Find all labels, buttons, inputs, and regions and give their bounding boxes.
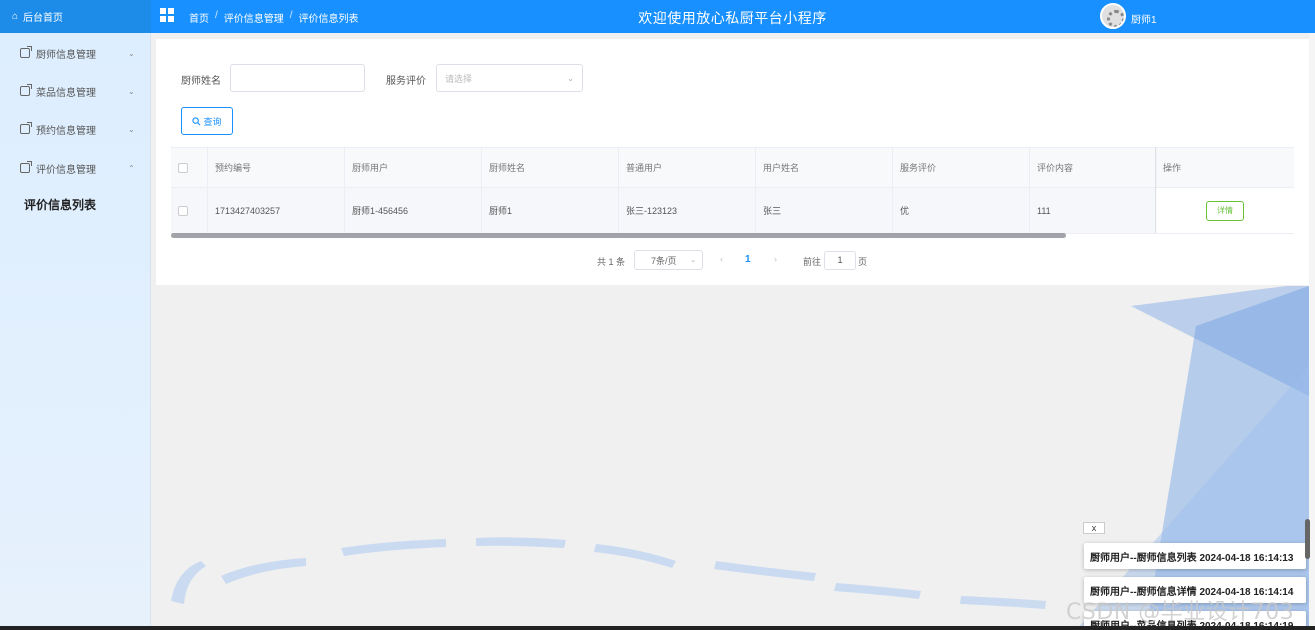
- row-checkbox[interactable]: [178, 205, 188, 216]
- next-page-icon[interactable]: ›: [774, 254, 777, 264]
- page-size-value: 7条/页: [651, 255, 677, 266]
- cell-booking-no: 1713427403257: [208, 188, 345, 233]
- page-size-select[interactable]: 7条/页 ⌄: [634, 250, 703, 270]
- pagination-total: 共 1 条: [597, 257, 626, 267]
- header-chef-user: 厨师用户: [345, 148, 482, 187]
- fixed-column-shadow: [1155, 147, 1157, 233]
- search-button[interactable]: 查询: [181, 107, 233, 135]
- select-all-checkbox[interactable]: [178, 162, 188, 173]
- cell-normal-user: 张三-123123: [619, 188, 756, 233]
- table-horizontal-scrollbar[interactable]: [171, 233, 1066, 238]
- cell-actions: 详情: [1156, 188, 1294, 233]
- table-header: 预约编号 厨师用户 厨师姓名 普通用户 用户姓名 服务评价 评价内容 操作: [171, 148, 1294, 188]
- table-row: 1713427403257 厨师1-456456 厨师1 张三-123123 张…: [171, 188, 1294, 234]
- sidebar-subitem-review-list[interactable]: 评价信息列表: [24, 196, 96, 213]
- avatar[interactable]: [1100, 3, 1126, 29]
- share-icon: [20, 46, 32, 58]
- header-chef-name: 厨师姓名: [482, 148, 619, 187]
- sidebar-item-label: 厨师信息管理: [36, 49, 96, 61]
- sidebar-item-booking-management[interactable]: 预约信息管理 ⌄: [0, 110, 151, 148]
- username[interactable]: 厨师1: [1131, 11, 1157, 26]
- chevron-down-icon: ⌄: [128, 86, 135, 96]
- sidebar-item-label: 评价信息管理: [36, 164, 96, 176]
- header-actions: 操作: [1163, 163, 1182, 173]
- notification-close-button[interactable]: x: [1083, 522, 1105, 534]
- notification-item[interactable]: 厨师用户--厨师信息列表 2024-04-18 16:14:13: [1084, 543, 1306, 569]
- share-icon: [20, 161, 32, 173]
- goto-page-input[interactable]: 1: [824, 251, 856, 270]
- share-icon: [20, 84, 32, 96]
- page-vertical-scrollbar[interactable]: [1305, 519, 1310, 559]
- sidebar-item-review-management[interactable]: 评价信息管理 ⌃: [0, 149, 151, 187]
- sidebar-item-label: 预约信息管理: [36, 125, 96, 137]
- chevron-up-icon: ⌃: [128, 163, 135, 173]
- watermark: CSDN @毕业设计703: [1066, 600, 1295, 625]
- service-rating-label: 服务评价: [386, 76, 426, 87]
- sidebar: 厨师信息管理 ⌄ 菜品信息管理 ⌄ 预约信息管理 ⌄ 评价信息管理 ⌃ 评价信息…: [0, 33, 151, 630]
- chevron-down-icon: ⌄: [690, 257, 696, 264]
- cell-chef-user: 厨师1-456456: [345, 188, 482, 233]
- page-suffix: 页: [858, 257, 868, 267]
- top-bar: ⌂ 后台首页 首页 / 评价信息管理 / 评价信息列表 欢迎使用放心私厨平台小程…: [0, 0, 1315, 33]
- window-bottom-edge: [0, 626, 1315, 630]
- header-normal-user: 普通用户: [619, 148, 756, 187]
- service-rating-select[interactable]: 请选择 ⌄: [436, 64, 583, 92]
- cell-chef-name: 厨师1: [482, 188, 619, 233]
- search-icon: [192, 116, 201, 125]
- header-service-rating: 服务评价: [893, 148, 1030, 187]
- header-review-content: 评价内容: [1030, 148, 1156, 187]
- detail-button[interactable]: 详情: [1206, 200, 1244, 221]
- row-select-cell: [171, 188, 208, 233]
- header-select-cell: [171, 148, 208, 187]
- chevron-down-icon: ⌄: [567, 74, 574, 83]
- goto-label: 前往: [803, 257, 822, 267]
- prev-page-icon[interactable]: ‹: [720, 254, 723, 264]
- cell-user-name: 张三: [756, 188, 893, 233]
- search-button-label: 查询: [203, 116, 222, 127]
- chevron-down-icon: ⌄: [128, 48, 135, 58]
- share-icon: [20, 122, 32, 134]
- chef-name-input[interactable]: [230, 64, 365, 92]
- header-user-name: 用户姓名: [756, 148, 893, 187]
- chevron-down-icon: ⌄: [128, 124, 135, 134]
- cell-review-content: 111: [1030, 188, 1156, 233]
- current-page[interactable]: 1: [745, 254, 751, 265]
- chef-name-label: 厨师姓名: [181, 76, 221, 87]
- cell-service-rating: 优: [893, 188, 1030, 233]
- review-table: 预约编号 厨师用户 厨师姓名 普通用户 用户姓名 服务评价 评价内容 操作 17…: [171, 147, 1294, 234]
- select-placeholder: 请选择: [445, 73, 473, 84]
- sidebar-item-label: 菜品信息管理: [36, 87, 96, 99]
- sidebar-item-chef-management[interactable]: 厨师信息管理 ⌄: [0, 34, 151, 72]
- sidebar-item-dish-management[interactable]: 菜品信息管理 ⌄: [0, 72, 151, 110]
- header-booking-no: 预约编号: [208, 148, 345, 187]
